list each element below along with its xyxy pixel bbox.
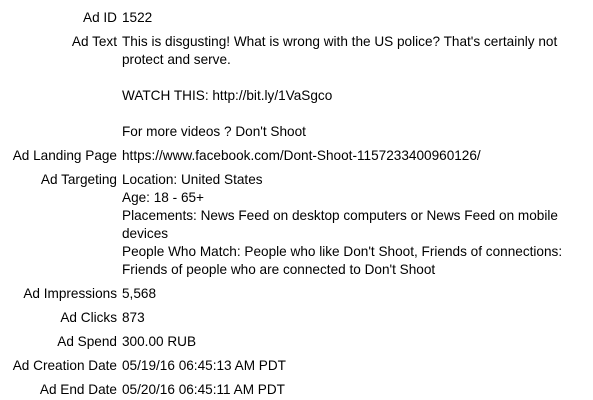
ad-spend-row: Ad Spend 300.00 RUB bbox=[0, 333, 593, 351]
targeting-age: Age: 18 - 65+ bbox=[122, 190, 205, 205]
ad-creation-date-row: Ad Creation Date 05/19/16 06:45:13 AM PD… bbox=[0, 357, 593, 375]
ad-targeting-label: Ad Targeting bbox=[40, 172, 117, 187]
ad-spend-label: Ad Spend bbox=[57, 334, 117, 349]
ad-text-row: Ad Text This is disgusting! What is wron… bbox=[0, 33, 593, 141]
ad-text-paragraph: WATCH THIS: http://bit.ly/1VaSgco bbox=[122, 88, 333, 103]
ad-landing-page-label: Ad Landing Page bbox=[12, 148, 117, 163]
ad-creation-date-label: Ad Creation Date bbox=[12, 358, 117, 373]
ad-clicks-row: Ad Clicks 873 bbox=[0, 309, 593, 327]
ad-clicks-value: 873 bbox=[122, 310, 145, 325]
ad-impressions-value: 5,568 bbox=[122, 286, 157, 301]
ad-targeting-row: Ad Targeting Location: United States Age… bbox=[0, 171, 593, 279]
ad-impressions-label: Ad Impressions bbox=[23, 286, 117, 301]
ad-text-paragraph: This is disgusting! What is wrong with t… bbox=[122, 34, 558, 67]
ad-targeting-value: Location: United States Age: 18 - 65+ Pl… bbox=[122, 171, 588, 279]
targeting-location: Location: United States bbox=[122, 172, 263, 187]
ad-text-label: Ad Text bbox=[71, 34, 117, 49]
ad-clicks-label: Ad Clicks bbox=[60, 310, 117, 325]
ad-spend-value: 300.00 RUB bbox=[122, 334, 197, 349]
ad-landing-page-row: Ad Landing Page https://www.facebook.com… bbox=[0, 147, 593, 165]
ad-id-label: Ad ID bbox=[83, 10, 117, 25]
ad-creation-date-value: 05/19/16 06:45:13 AM PDT bbox=[122, 358, 286, 373]
targeting-placements: Placements: News Feed on desktop compute… bbox=[122, 208, 558, 241]
ad-end-date-label: Ad End Date bbox=[39, 382, 117, 397]
ad-impressions-row: Ad Impressions 5,568 bbox=[0, 285, 593, 303]
ad-end-date-row: Ad End Date 05/20/16 06:45:11 AM PDT bbox=[0, 381, 593, 399]
ad-text-value: This is disgusting! What is wrong with t… bbox=[122, 33, 588, 141]
ad-landing-page-value: https://www.facebook.com/Dont-Shoot-1157… bbox=[122, 148, 481, 163]
ad-id-value: 1522 bbox=[122, 10, 153, 25]
ad-id-row: Ad ID 1522 bbox=[0, 9, 593, 27]
ad-end-date-value: 05/20/16 06:45:11 AM PDT bbox=[122, 382, 285, 397]
ad-text-paragraph: For more videos ? Don't Shoot bbox=[122, 124, 306, 139]
targeting-people-who-match: People Who Match: People who like Don't … bbox=[122, 244, 563, 277]
ad-record: Ad ID 1522 Ad Text This is disgusting! W… bbox=[0, 0, 593, 399]
